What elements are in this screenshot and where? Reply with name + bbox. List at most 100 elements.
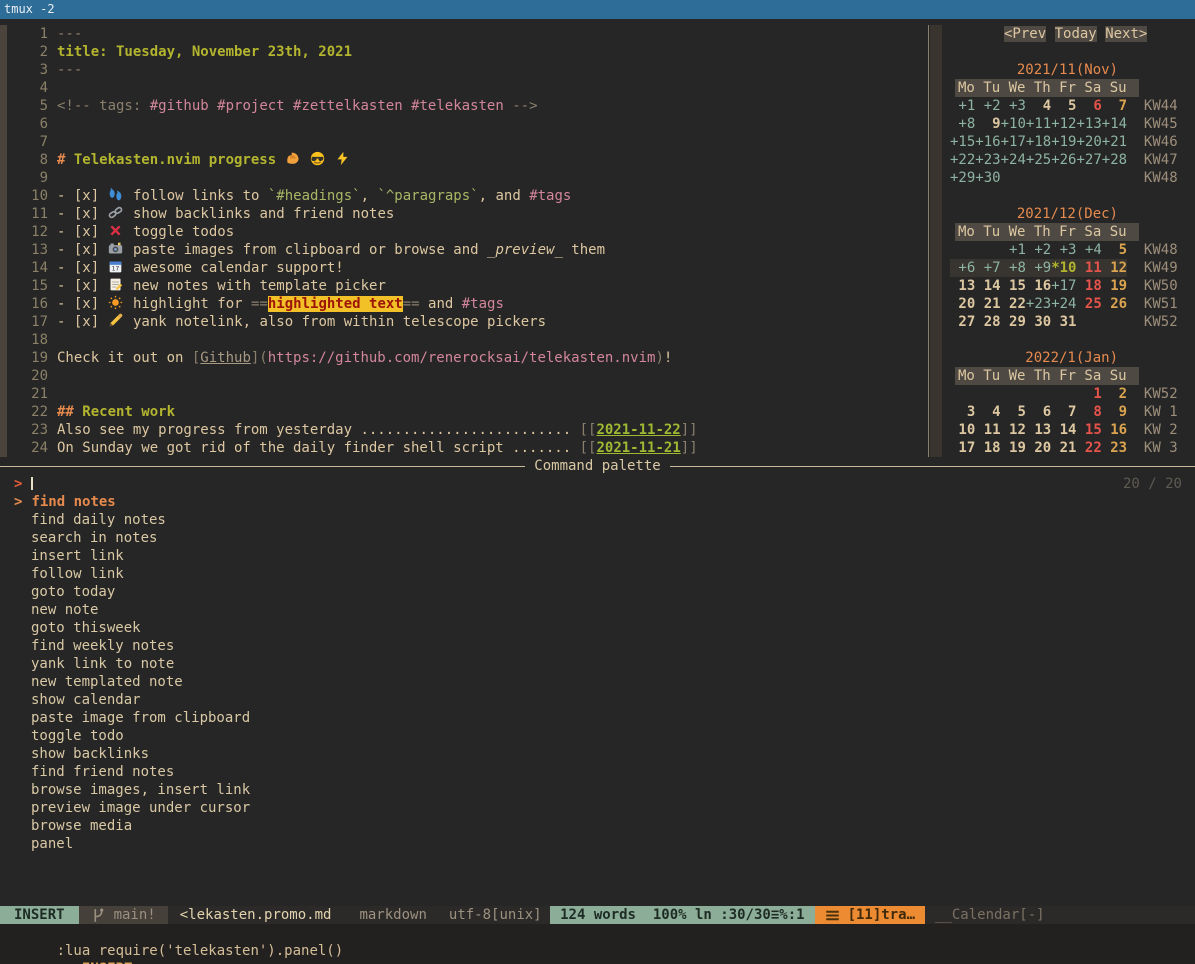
calendar-day[interactable]: 15 <box>1001 278 1026 294</box>
command-line[interactable]: :lua require('telekasten').panel() <box>0 924 1195 942</box>
editor-pane[interactable]: 1---2title: Tuesday, November 23th, 2021… <box>7 25 928 457</box>
editor-line[interactable]: 4 <box>7 79 928 97</box>
calendar-day[interactable]: +1 <box>1001 242 1026 258</box>
calendar-day[interactable]: 13 <box>1026 422 1051 438</box>
editor-line[interactable]: 16- [x] highlight for ==highlighted text… <box>7 295 928 313</box>
calendar-day[interactable]: 19 <box>1001 440 1026 456</box>
calendar-day[interactable]: 20 <box>1026 440 1051 456</box>
editor-line[interactable]: 19Check it out on [Github](https://githu… <box>7 349 928 367</box>
calendar-day[interactable]: *10 <box>1051 260 1076 276</box>
wiki-link[interactable]: 2021-11-22 <box>596 422 680 438</box>
calendar-day[interactable]: 12 <box>1102 260 1127 276</box>
calendar-day[interactable]: 10 <box>950 422 975 438</box>
calendar-day[interactable]: 11 <box>975 422 1000 438</box>
editor-line[interactable]: 2title: Tuesday, November 23th, 2021 <box>7 43 928 61</box>
calendar-day[interactable]: +16 <box>975 134 1000 150</box>
calendar-nav-prev[interactable]: <Prev <box>1004 26 1046 42</box>
calendar-day[interactable]: 17 <box>950 440 975 456</box>
editor-line[interactable]: 22## Recent work <box>7 403 928 421</box>
calendar-day[interactable]: +2 <box>1026 242 1051 258</box>
calendar-day[interactable]: +23 <box>1026 296 1051 312</box>
calendar-day[interactable]: +28 <box>1102 152 1127 168</box>
editor-line[interactable]: 12- [x] toggle todos <box>7 223 928 241</box>
editor-line[interactable]: 8# Telekasten.nvim progress <box>7 151 928 169</box>
calendar-day[interactable]: +21 <box>1102 134 1127 150</box>
calendar-day[interactable]: +23 <box>975 152 1000 168</box>
calendar-day[interactable]: +4 <box>1076 242 1101 258</box>
calendar-day[interactable]: 5 <box>1001 404 1026 420</box>
editor-line[interactable]: 14- [x] 17 awesome calendar support! <box>7 259 928 277</box>
palette-prompt-input[interactable]: > 20 / 20 <box>0 475 1195 493</box>
calendar-day[interactable]: +19 <box>1051 134 1076 150</box>
calendar-day[interactable]: 23 <box>1102 440 1127 456</box>
calendar-day[interactable]: 7 <box>1051 404 1076 420</box>
calendar-day[interactable]: 25 <box>1076 296 1101 312</box>
calendar-day[interactable]: 12 <box>1001 422 1026 438</box>
calendar-day[interactable]: 14 <box>975 278 1000 294</box>
palette-item[interactable]: >find notes <box>0 493 1195 511</box>
editor-line[interactable]: 17- [x] yank notelink, also from within … <box>7 313 928 331</box>
editor-line[interactable]: 10- [x] follow links to `#headings`, `^p… <box>7 187 928 205</box>
calendar-day[interactable]: 21 <box>1051 440 1076 456</box>
palette-item[interactable]: goto today <box>0 583 1195 601</box>
calendar-day[interactable]: +26 <box>1051 152 1076 168</box>
calendar-day[interactable]: +8 <box>1001 260 1026 276</box>
calendar-day[interactable]: 4 <box>975 404 1000 420</box>
palette-item[interactable]: browse media <box>0 817 1195 835</box>
calendar-day[interactable]: +3 <box>1051 242 1076 258</box>
calendar-day[interactable]: 18 <box>975 440 1000 456</box>
calendar-day[interactable]: 29 <box>1001 314 1026 330</box>
editor-line[interactable]: 11- [x] show backlinks and friend notes <box>7 205 928 223</box>
palette-item[interactable]: new templated note <box>0 673 1195 691</box>
calendar-day[interactable]: +15 <box>950 134 975 150</box>
calendar-day[interactable]: 31 <box>1051 314 1076 330</box>
calendar-day[interactable]: 5 <box>1051 98 1076 114</box>
editor-line[interactable]: 24On Sunday we got rid of the daily find… <box>7 439 928 457</box>
editor-line[interactable]: 20 <box>7 367 928 385</box>
calendar-day[interactable]: +12 <box>1051 116 1076 132</box>
calendar-day[interactable]: 19 <box>1102 278 1127 294</box>
calendar-day[interactable]: +25 <box>1026 152 1051 168</box>
calendar-day[interactable]: 11 <box>1076 260 1101 276</box>
calendar-day[interactable]: 16 <box>1102 422 1127 438</box>
url-link[interactable]: https://github.com/renerocksai/telekaste… <box>268 350 656 366</box>
pane-separator[interactable] <box>928 25 929 457</box>
calendar-day[interactable]: +24 <box>1051 296 1076 312</box>
calendar-day[interactable]: 16 <box>1026 278 1051 294</box>
calendar-day[interactable]: 21 <box>975 296 1000 312</box>
calendar-day[interactable]: +10 <box>1001 116 1026 132</box>
calendar-day[interactable]: 30 <box>1026 314 1051 330</box>
calendar-day[interactable]: 9 <box>1102 404 1127 420</box>
calendar-day[interactable]: +20 <box>1076 134 1101 150</box>
calendar-day[interactable]: +2 <box>975 98 1000 114</box>
calendar-day[interactable]: 13 <box>950 278 975 294</box>
calendar-day[interactable]: 6 <box>1026 404 1051 420</box>
calendar-day[interactable]: +18 <box>1026 134 1051 150</box>
palette-item[interactable]: find friend notes <box>0 763 1195 781</box>
calendar-day[interactable]: +29 <box>950 170 975 186</box>
calendar-day[interactable]: +30 <box>975 170 1000 186</box>
calendar-day[interactable]: 2 <box>1102 386 1127 402</box>
palette-item[interactable]: new note <box>0 601 1195 619</box>
calendar-day[interactable]: 15 <box>1076 422 1101 438</box>
editor-line[interactable]: 21 <box>7 385 928 403</box>
calendar-day[interactable]: +17 <box>1001 134 1026 150</box>
calendar-nav-next[interactable]: Next> <box>1105 26 1147 42</box>
calendar-day[interactable]: +13 <box>1076 116 1101 132</box>
md-link[interactable]: Github <box>200 350 251 366</box>
calendar-day[interactable]: +27 <box>1076 152 1101 168</box>
calendar-day[interactable]: +7 <box>975 260 1000 276</box>
calendar-day[interactable]: +8 <box>950 116 975 132</box>
calendar-day[interactable]: 22 <box>1001 296 1026 312</box>
palette-item[interactable]: follow link <box>0 565 1195 583</box>
editor-line[interactable]: 5<!-- tags: #github #project #zettelkast… <box>7 97 928 115</box>
palette-item[interactable]: find weekly notes <box>0 637 1195 655</box>
calendar-day[interactable]: 3 <box>950 404 975 420</box>
editor-line[interactable]: 3--- <box>7 61 928 79</box>
calendar-day[interactable]: 7 <box>1102 98 1127 114</box>
palette-item[interactable]: paste image from clipboard <box>0 709 1195 727</box>
calendar-day[interactable]: 22 <box>1076 440 1101 456</box>
calendar-day[interactable]: +3 <box>1001 98 1026 114</box>
calendar-day[interactable]: 18 <box>1076 278 1101 294</box>
calendar-day[interactable]: 8 <box>1076 404 1101 420</box>
